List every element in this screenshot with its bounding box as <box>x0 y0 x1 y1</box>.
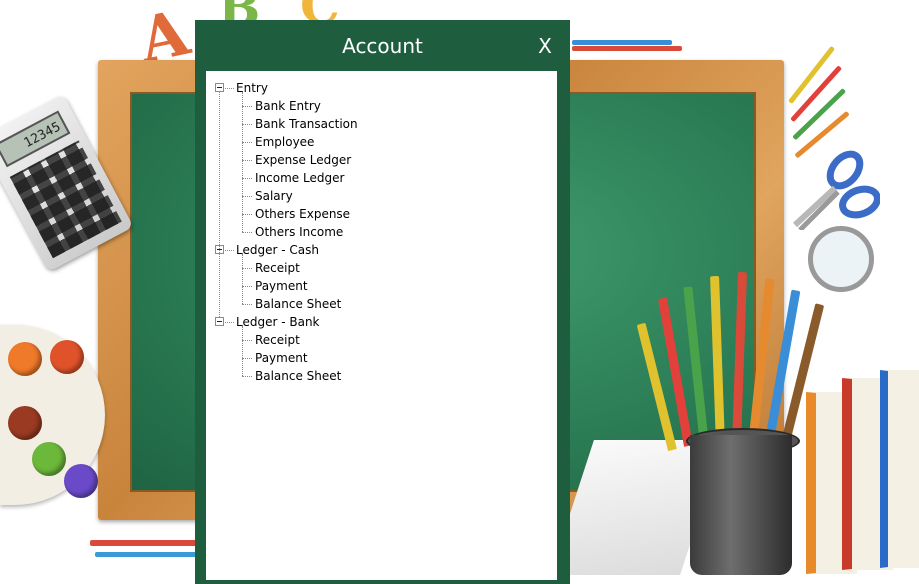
collapse-toggle-icon[interactable] <box>215 83 224 92</box>
tree-connector <box>242 214 252 215</box>
magnifier-decoration <box>808 226 874 292</box>
paint-blob-red <box>50 340 84 374</box>
tree-connector <box>242 286 252 287</box>
tree-item-label: Payment <box>255 279 308 293</box>
book-decoration <box>880 370 919 568</box>
tree-connector <box>242 142 252 143</box>
tree-item-label: Bank Transaction <box>255 117 358 131</box>
tree-connector <box>225 322 234 323</box>
tree-item-label: Payment <box>255 351 308 365</box>
tree-item-label: Bank Entry <box>255 99 321 113</box>
brush-decoration <box>90 540 200 546</box>
tree-connector <box>242 232 252 233</box>
tree-connector <box>225 250 234 251</box>
pencil-decoration <box>572 46 682 51</box>
tree-item-label: Receipt <box>255 333 300 347</box>
tree-item-label: Others Income <box>255 225 344 239</box>
paint-blob-purple <box>64 464 98 498</box>
tree-connector <box>242 340 252 341</box>
account-dialog: Account X Entry Bank Entry Bank Transactio… <box>195 20 570 584</box>
tree-item-label: Receipt <box>255 261 300 275</box>
tree-connector <box>225 88 234 89</box>
tree-node-label: Ledger - Cash <box>236 243 319 257</box>
tree-connector <box>242 268 252 269</box>
close-button[interactable]: X <box>534 34 556 58</box>
tree-item-label: Employee <box>255 135 315 149</box>
tree-item-label: Others Expense <box>255 207 351 221</box>
tree-node-label: Entry <box>236 81 268 95</box>
tree-item-label: Expense Ledger <box>255 153 352 167</box>
pencil-decoration <box>572 40 672 45</box>
paint-blob-brown <box>8 406 42 440</box>
tree-connector <box>242 358 252 359</box>
account-tree-panel: Entry Bank Entry Bank Transaction Employee E… <box>206 71 557 580</box>
dialog-title-bar[interactable]: Account X <box>195 20 570 72</box>
tree-connector <box>242 196 252 197</box>
scissors-decoration <box>792 150 880 230</box>
tree-connector <box>242 160 252 161</box>
tree-connector <box>219 92 220 317</box>
tree-connector <box>242 106 252 107</box>
tree-connector <box>242 254 243 304</box>
tree-connector <box>242 326 243 376</box>
tree-item-label: Balance Sheet <box>255 369 342 383</box>
brush-decoration <box>95 552 200 557</box>
tree-connector <box>242 178 252 179</box>
tree-connector <box>242 92 243 232</box>
tree-node-label: Ledger - Bank <box>236 315 320 329</box>
tree-item-label: Salary <box>255 189 293 203</box>
tree-item-label: Income Ledger <box>255 171 345 185</box>
tree-connector <box>242 376 252 377</box>
dialog-title: Account <box>342 34 423 58</box>
collapse-toggle-icon[interactable] <box>215 317 224 326</box>
tree-connector <box>242 124 252 125</box>
tree-connector <box>242 304 252 305</box>
pencil-cup-decoration <box>690 435 792 575</box>
paint-blob-orange <box>8 342 42 376</box>
paint-blob-green <box>32 442 66 476</box>
tree-item-label: Balance Sheet <box>255 297 342 311</box>
